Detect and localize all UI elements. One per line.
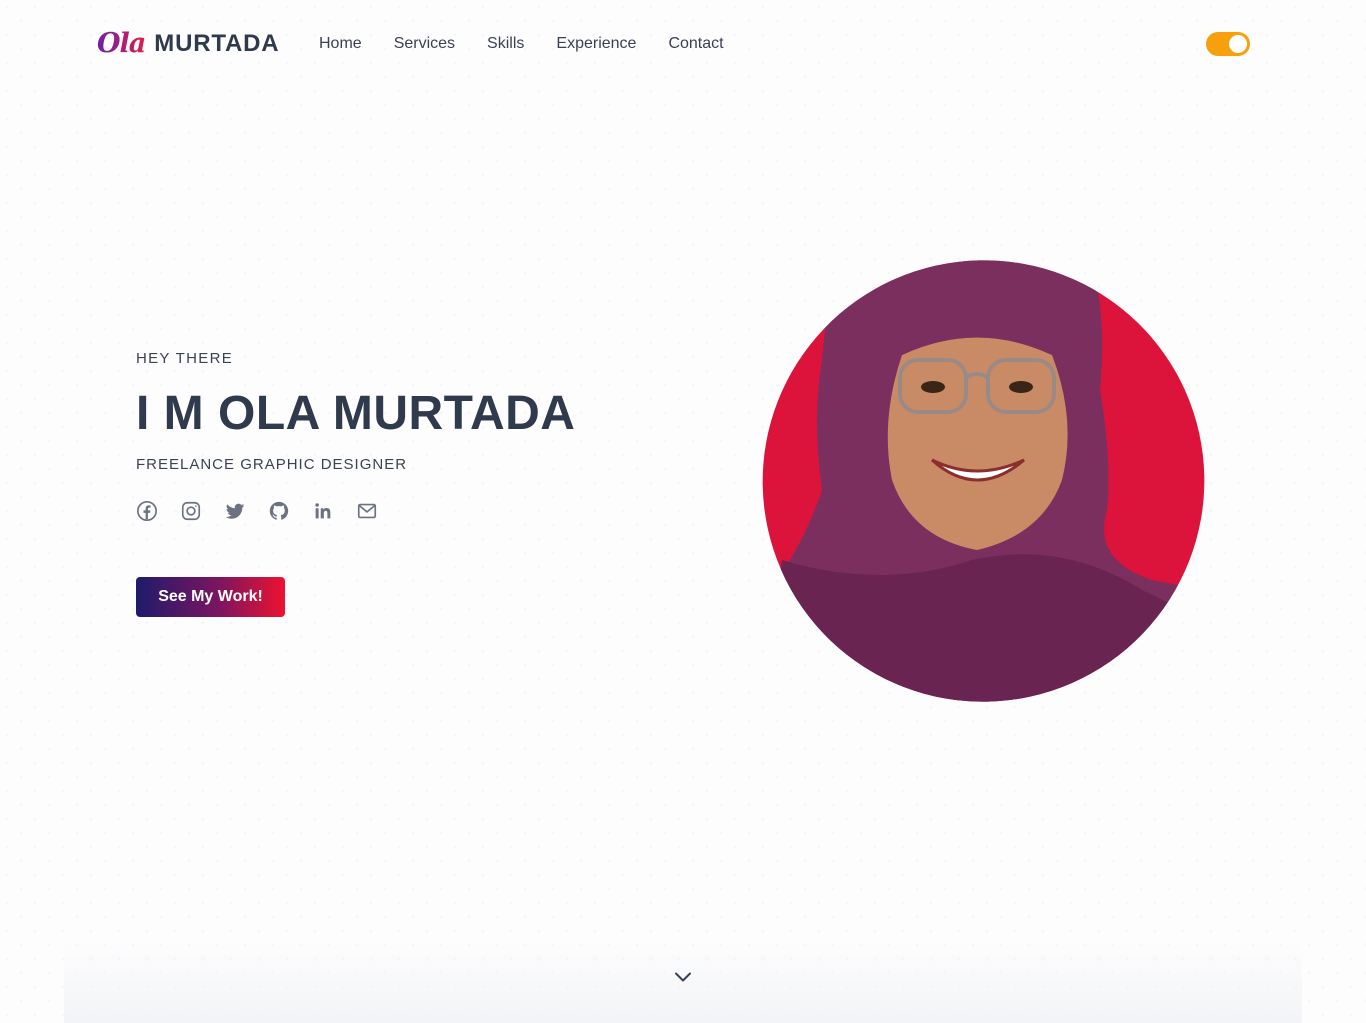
hero-intro: HEY THERE I M OLA MURTADA FREELANCE GRAP…	[136, 349, 656, 475]
facebook-link[interactable]	[136, 500, 158, 522]
twitter-link[interactable]	[224, 500, 246, 522]
twitter-icon	[225, 503, 245, 519]
nav-services[interactable]: Services	[394, 34, 455, 54]
hero-title: I M OLA MURTADA	[136, 387, 576, 440]
instagram-icon	[181, 501, 201, 521]
main-nav: Home Services Skills Experience Contact	[319, 34, 724, 54]
mail-link[interactable]	[356, 500, 378, 522]
linkedin-icon	[315, 503, 331, 519]
toggle-knob	[1229, 35, 1247, 53]
logo-script: Ola	[97, 28, 146, 59]
linkedin-link[interactable]	[312, 500, 334, 522]
social-links	[136, 500, 378, 522]
facebook-icon	[137, 501, 157, 521]
see-my-work-button[interactable]: See My Work!	[136, 577, 285, 617]
hero-greeting: HEY THERE	[136, 350, 234, 367]
instagram-link[interactable]	[180, 500, 202, 522]
hero-role: FREELANCE GRAPHIC DESIGNER	[136, 456, 408, 473]
logo-name: MURTADA	[154, 30, 280, 57]
profile-portrait	[762, 260, 1205, 702]
github-icon	[269, 501, 289, 520]
portrait-image	[762, 260, 1205, 702]
nav-contact[interactable]: Contact	[668, 34, 723, 54]
mail-icon	[357, 503, 377, 519]
scroll-down-button[interactable]	[673, 967, 693, 987]
github-link[interactable]	[268, 500, 290, 522]
nav-skills[interactable]: Skills	[487, 34, 524, 54]
nav-home[interactable]: Home	[319, 34, 362, 54]
site-header: Ola MURTADA Home Services Skills Experie…	[0, 0, 1366, 90]
site-logo[interactable]: Ola MURTADA	[97, 28, 279, 60]
theme-toggle[interactable]	[1206, 32, 1250, 56]
chevron-down-icon	[675, 972, 691, 982]
nav-experience[interactable]: Experience	[556, 34, 636, 54]
